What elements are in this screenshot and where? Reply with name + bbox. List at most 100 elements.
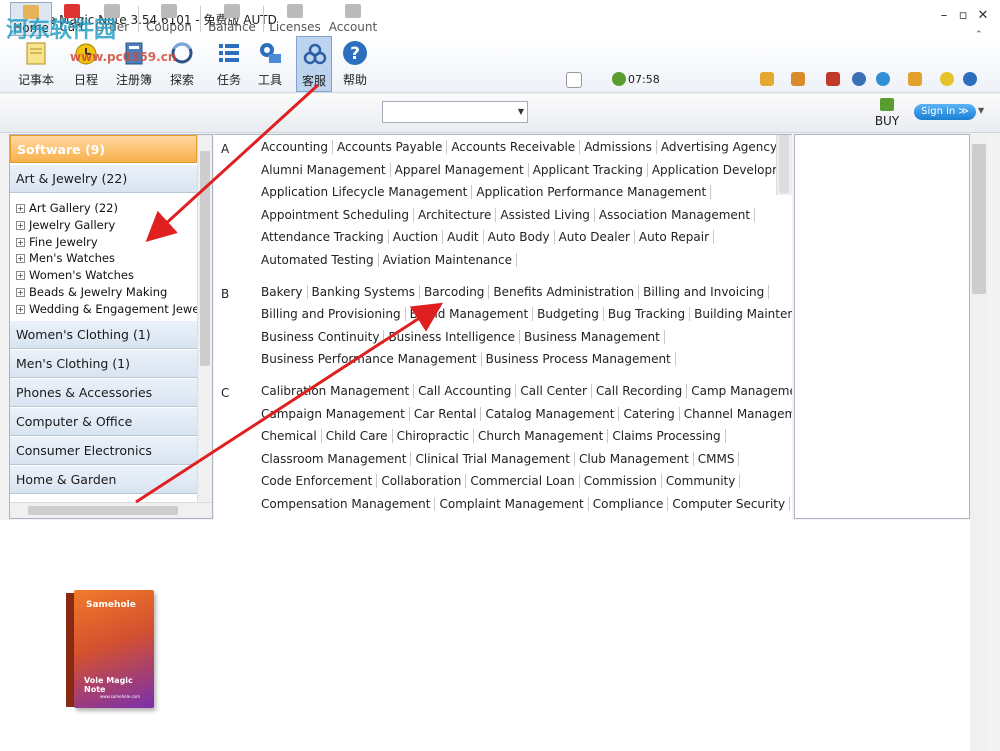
shop-cart-button[interactable]: Cart: [56, 2, 88, 36]
info-icon[interactable]: [963, 72, 977, 86]
directory-link[interactable]: Auto Body: [483, 230, 555, 244]
directory-link[interactable]: Calibration Management: [261, 384, 415, 398]
ruler-icon[interactable]: [791, 72, 805, 86]
category-mens-clothing[interactable]: Men's Clothing (1): [10, 350, 197, 378]
category-home-garden[interactable]: Home & Garden: [10, 466, 197, 494]
category-horizontal-scrollbar[interactable]: [10, 502, 212, 518]
directory-link[interactable]: Bakery: [261, 285, 308, 299]
scroll-thumb[interactable]: [972, 144, 986, 294]
category-womens-clothing[interactable]: Women's Clothing (1): [10, 321, 197, 349]
books-icon[interactable]: [826, 72, 840, 86]
subcategory-item[interactable]: + Art Gallery (22): [16, 201, 118, 215]
directory-link[interactable]: Commercial Loan: [466, 474, 580, 488]
directory-link[interactable]: Accounts Receivable: [447, 140, 581, 154]
expand-icon[interactable]: +: [16, 288, 25, 297]
directory-link[interactable]: Call Accounting: [414, 384, 517, 398]
shop-dropdown[interactable]: ▼: [382, 101, 528, 123]
directory-link[interactable]: Audit: [443, 230, 484, 244]
directory-link[interactable]: Business Process Management: [481, 352, 676, 366]
directory-link[interactable]: Alumni Management: [261, 163, 391, 177]
subcategory-item[interactable]: + Wedding & Engagement Jewe: [16, 302, 199, 316]
directory-link[interactable]: Call Center: [516, 384, 592, 398]
directory-link[interactable]: Assisted Living: [496, 208, 595, 222]
directory-link[interactable]: Compensation Management: [261, 497, 436, 511]
directory-link[interactable]: Camp Management: [687, 384, 792, 398]
directory-link[interactable]: Automated Testing: [261, 253, 379, 267]
directory-link[interactable]: Call Recording: [592, 384, 688, 398]
directory-link[interactable]: Attendance Tracking: [261, 230, 389, 244]
directory-link[interactable]: Code Enforcement: [261, 474, 378, 488]
directory-link[interactable]: Chiropractic: [392, 429, 475, 443]
directory-link[interactable]: Aviation Maintenance: [378, 253, 517, 267]
directory-link[interactable]: Auto Repair: [634, 230, 715, 244]
category-vertical-scrollbar[interactable]: [197, 135, 212, 503]
mail-icon[interactable]: [566, 72, 582, 88]
directory-link[interactable]: Applicant Tracking: [528, 163, 648, 177]
category-software[interactable]: Software (9): [10, 135, 197, 163]
globe-icon[interactable]: [876, 72, 890, 86]
directory-link[interactable]: Billing and Provisioning: [261, 307, 406, 321]
directory-link[interactable]: Club Management: [574, 452, 694, 466]
directory-link[interactable]: Apparel Management: [390, 163, 529, 177]
toolbar-calendar-button[interactable]: 日程: [68, 36, 104, 92]
window-scrollbar[interactable]: [970, 134, 988, 751]
toolbar-notepad-button[interactable]: 记事本: [18, 36, 54, 92]
shop-order-button[interactable]: Order: [92, 2, 132, 36]
directory-scrollbar[interactable]: [776, 135, 792, 195]
directory-link[interactable]: Bug Tracking: [603, 307, 691, 321]
shop-home-button[interactable]: Home: [10, 2, 52, 36]
directory-link[interactable]: Classroom Management: [261, 452, 412, 466]
directory-link[interactable]: Banking Systems: [307, 285, 421, 299]
key-icon[interactable]: [908, 72, 922, 86]
directory-link[interactable]: Auto Dealer: [554, 230, 635, 244]
directory-link[interactable]: Business Performance Management: [261, 352, 482, 366]
directory-link[interactable]: Chemical: [261, 429, 322, 443]
directory-link[interactable]: Compliance: [588, 497, 669, 511]
directory-link[interactable]: Business Continuity: [261, 330, 385, 344]
sign-in-button[interactable]: Sign in ≫: [914, 104, 976, 120]
directory-link[interactable]: Collaboration: [377, 474, 467, 488]
directory-link[interactable]: Business Management: [520, 330, 665, 344]
directory-link[interactable]: Admissions: [580, 140, 657, 154]
shop-licenses-button[interactable]: Licenses: [268, 2, 322, 36]
directory-link[interactable]: Budgeting: [533, 307, 604, 321]
directory-link[interactable]: Building Maintenance: [690, 307, 792, 321]
directory-link[interactable]: Community: [661, 474, 741, 488]
directory-link[interactable]: Application Development: [647, 163, 792, 177]
directory-link[interactable]: Barcoding: [420, 285, 490, 299]
expand-icon[interactable]: +: [16, 271, 25, 280]
subcategory-item[interactable]: + Beads & Jewelry Making: [16, 285, 167, 299]
directory-link[interactable]: Child Care: [321, 429, 393, 443]
directory-link[interactable]: Application Lifecycle Management: [261, 185, 473, 199]
paint-icon[interactable]: [760, 72, 774, 86]
directory-link[interactable]: Complaint Management: [435, 497, 589, 511]
toolbar-help-button[interactable]: ? 帮助: [337, 36, 373, 92]
subcategory-item[interactable]: + Jewelry Gallery: [16, 218, 115, 232]
close-button[interactable]: ✕: [975, 8, 991, 23]
category-art-jewelry[interactable]: Art & Jewelry (22): [10, 165, 197, 193]
directory-link[interactable]: Accounts Payable: [333, 140, 448, 154]
scroll-thumb[interactable]: [28, 506, 178, 515]
toolbar-registry-button[interactable]: 注册簿: [116, 36, 152, 92]
directory-link[interactable]: Computer Security: [668, 497, 791, 511]
category-computer-office[interactable]: Computer & Office: [10, 408, 197, 436]
scroll-thumb[interactable]: [200, 151, 210, 366]
directory-link[interactable]: Campaign Management: [261, 407, 410, 421]
minimize-button[interactable]: –: [936, 8, 952, 23]
toolbar-tasks-button[interactable]: 任务: [211, 36, 247, 92]
directory-link[interactable]: Advertising Agency: [656, 140, 783, 154]
directory-link[interactable]: Clinical Trial Management: [411, 452, 575, 466]
expand-icon[interactable]: +: [16, 305, 25, 314]
directory-link[interactable]: Architecture: [413, 208, 497, 222]
subcategory-item[interactable]: + Men's Watches: [16, 251, 115, 265]
directory-link[interactable]: Auction: [388, 230, 444, 244]
toolbar-support-button[interactable]: 客服: [296, 36, 332, 92]
expand-icon[interactable]: +: [16, 238, 25, 247]
directory-link[interactable]: Brand Management: [405, 307, 534, 321]
subcategory-item[interactable]: + Women's Watches: [16, 268, 134, 282]
shop-coupon-button[interactable]: Coupon: [144, 2, 194, 36]
directory-link[interactable]: Benefits Administration: [489, 285, 640, 299]
expand-icon[interactable]: +: [16, 204, 25, 213]
medal-icon[interactable]: [940, 72, 954, 86]
badge-icon[interactable]: [852, 72, 866, 86]
